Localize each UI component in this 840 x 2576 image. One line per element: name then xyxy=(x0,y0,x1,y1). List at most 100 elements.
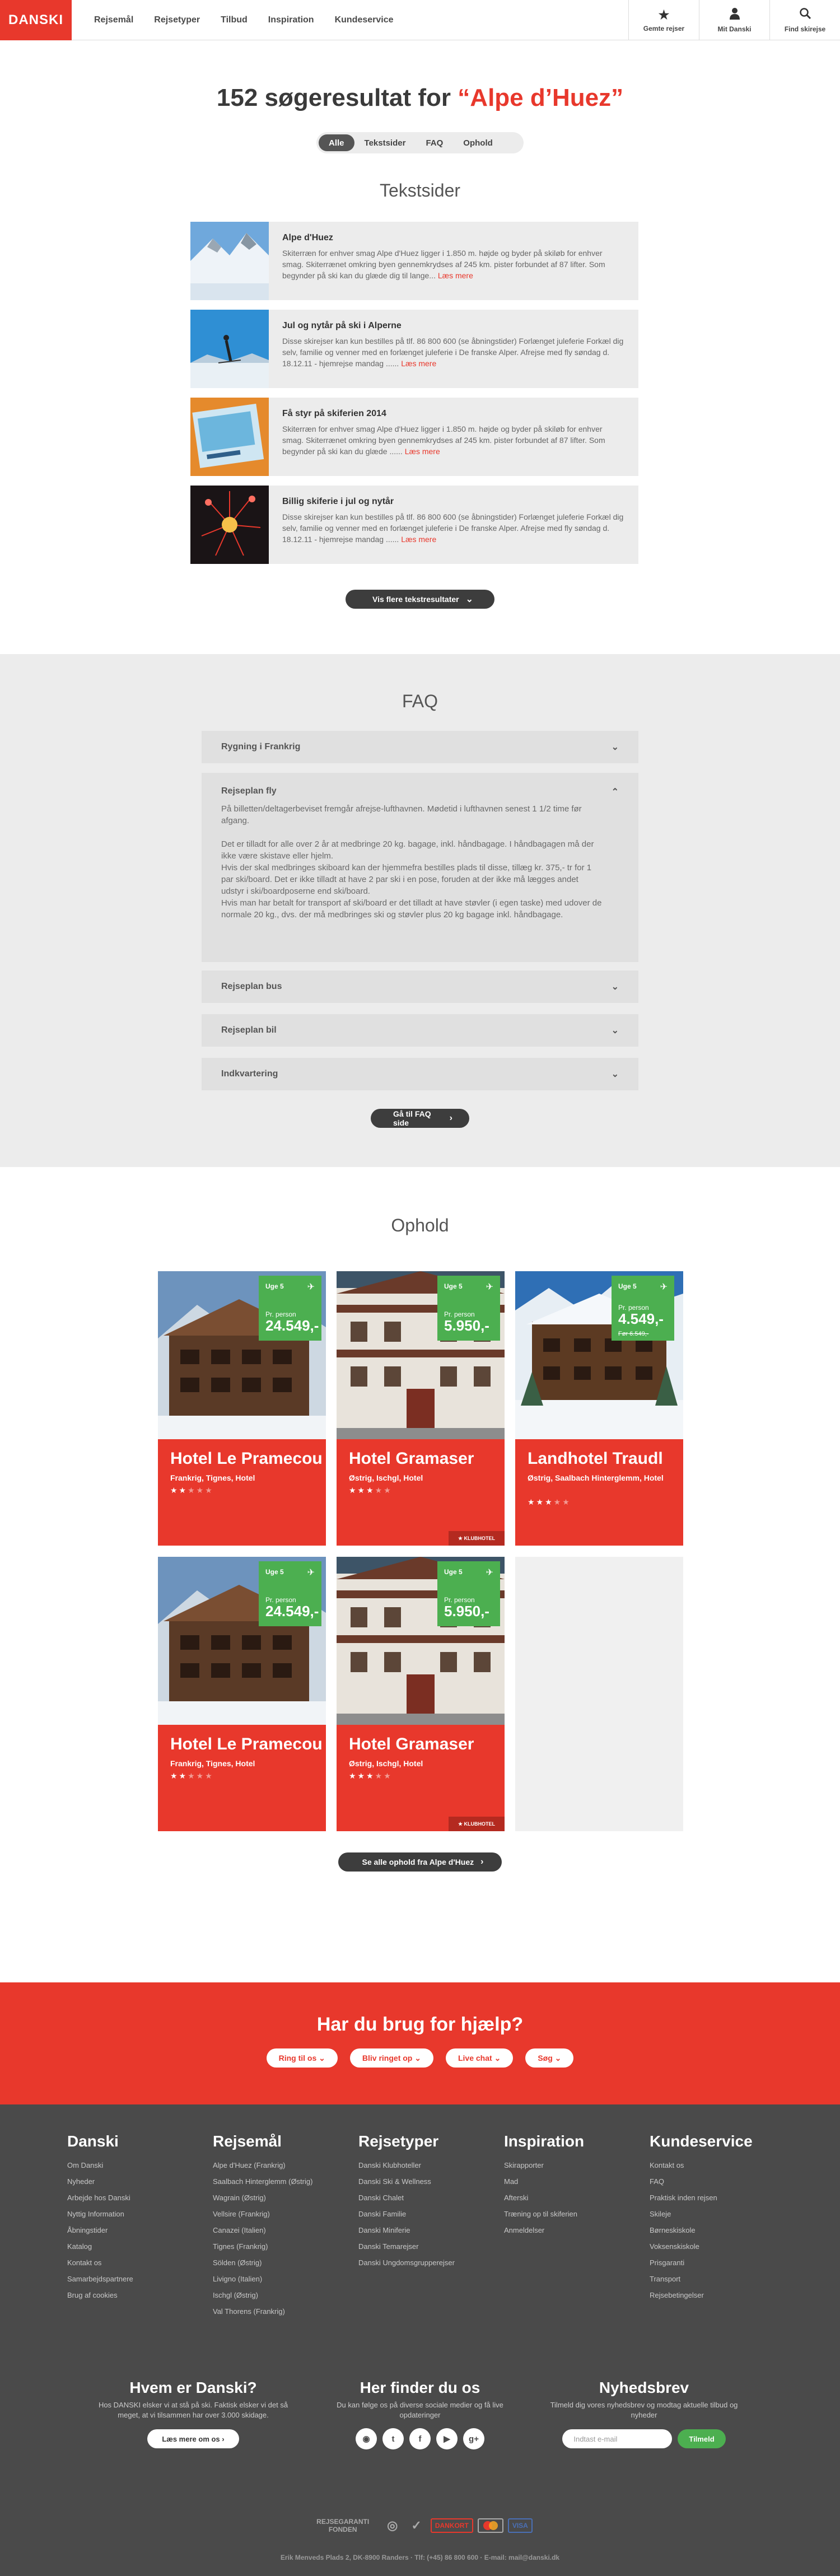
filter-alle[interactable]: Alle xyxy=(319,134,354,151)
result-title[interactable]: Billig skiferie i jul og nytår xyxy=(282,497,625,507)
live-chat-label: Live chat xyxy=(458,2054,492,2062)
googleplus-icon[interactable]: g+ xyxy=(463,2428,484,2449)
saved-trips-button[interactable]: ★ Gemte rejser xyxy=(628,0,699,40)
twitter-icon[interactable]: t xyxy=(382,2428,404,2449)
footer-link[interactable]: Saalbach Hinterglemm (Østrig) xyxy=(213,2173,336,2190)
footer-link[interactable]: Danski Chalet xyxy=(358,2190,482,2206)
search-help-button[interactable]: Søg ⌄ xyxy=(525,2048,574,2068)
help-title: Har du brug for hjælp? xyxy=(316,2014,524,2035)
filter-ophold[interactable]: Ophold xyxy=(453,134,503,151)
nav-inspiration[interactable]: Inspiration xyxy=(268,15,314,25)
facebook-icon[interactable]: f xyxy=(409,2428,431,2449)
footer-link[interactable]: Kontakt os xyxy=(67,2255,190,2271)
faq-item[interactable]: Rygning i Frankrig ⌄ xyxy=(202,731,638,763)
nav-kundeservice[interactable]: Kundeservice xyxy=(335,15,394,25)
faq-item-open[interactable]: Rejseplan fly ⌃ På billetten/deltagerbev… xyxy=(202,773,638,962)
callback-button[interactable]: Bliv ringet op ⌄ xyxy=(349,2048,433,2068)
footer-link[interactable]: Tignes (Frankrig) xyxy=(213,2238,336,2255)
youtube-icon[interactable]: ▶ xyxy=(436,2428,458,2449)
newsletter-email-input[interactable]: Indtast e-mail xyxy=(562,2429,673,2448)
read-more-link[interactable]: Læs mere xyxy=(401,359,436,368)
footer-link[interactable]: Ischgl (Østrig) xyxy=(213,2287,336,2303)
footer-link[interactable]: Anmeldelser xyxy=(504,2222,627,2238)
footer-link[interactable]: Børneskiskole xyxy=(650,2222,773,2238)
footer-link[interactable]: Nyheder xyxy=(67,2173,190,2190)
read-more-about-button[interactable]: Læs mere om os › xyxy=(147,2429,239,2448)
faq-item[interactable]: Indkvartering ⌄ xyxy=(202,1058,638,1090)
result-text: Skiterræn for enhver smag Alpe d'Huez li… xyxy=(282,424,605,456)
footer-link[interactable]: Danski Miniferie xyxy=(358,2222,482,2238)
newsletter-subscribe-button[interactable]: Tilmeld xyxy=(678,2429,726,2448)
footer-link[interactable]: Livigno (Italien) xyxy=(213,2271,336,2287)
result-title[interactable]: Jul og nytår på ski i Alperne xyxy=(282,321,625,331)
rss-icon[interactable]: ◉ xyxy=(356,2428,377,2449)
footer-link[interactable]: Danski Temarejser xyxy=(358,2238,482,2255)
read-more-link[interactable]: Læs mere xyxy=(438,271,473,280)
footer-link[interactable]: Kontakt os xyxy=(650,2157,773,2173)
hotel-location: Østrig, Ischgl, Hotel xyxy=(349,1473,423,1482)
faq-item[interactable]: Rejseplan bil ⌄ xyxy=(202,1014,638,1047)
read-more-link[interactable]: Læs mere xyxy=(405,447,440,456)
call-us-button[interactable]: Ring til os ⌄ xyxy=(266,2048,338,2068)
footer-link[interactable]: Skileje xyxy=(650,2206,773,2222)
footer-link[interactable]: Om Danski xyxy=(67,2157,190,2173)
hotel-card[interactable]: Uge 5 ✈ Pr. person 4.549,- Før 6.549,- L… xyxy=(515,1271,683,1546)
see-all-stays-button[interactable]: Se alle ophold fra Alpe d'Huez › xyxy=(338,1852,502,1872)
footer-link[interactable]: Katalog xyxy=(67,2238,190,2255)
footer-link[interactable]: FAQ xyxy=(650,2173,773,2190)
my-danski-button[interactable]: Mit Danski xyxy=(699,0,769,40)
nav-rejsemal[interactable]: Rejsemål xyxy=(94,15,133,25)
footer-link[interactable]: Val Thorens (Frankrig) xyxy=(213,2303,336,2320)
footer-link[interactable]: Arbejde hos Danski xyxy=(67,2190,190,2206)
filter-faq[interactable]: FAQ xyxy=(416,134,453,151)
footer-link[interactable]: Praktisk inden rejsen xyxy=(650,2190,773,2206)
nav-tilbud[interactable]: Tilbud xyxy=(221,15,248,25)
text-result[interactable]: Billig skiferie i jul og nytår Disse ski… xyxy=(190,486,638,564)
hotel-card[interactable]: Uge 5 ✈ Pr. person 24.549,- Hotel Le Pra… xyxy=(158,1557,326,1831)
footer-link[interactable]: Danski Familie xyxy=(358,2206,482,2222)
footer-link[interactable]: Voksenskiskole xyxy=(650,2238,773,2255)
page-title: 152 søgeresultat for “Alpe d’Huez” xyxy=(0,84,840,112)
footer-link[interactable]: Transport xyxy=(650,2271,773,2287)
footer-link[interactable]: Canazei (Italien) xyxy=(213,2222,336,2238)
footer-link[interactable]: Afterski xyxy=(504,2190,627,2206)
footer-link[interactable]: Prisgaranti xyxy=(650,2255,773,2271)
hotel-card[interactable]: Uge 5 ✈ Pr. person 24.549,- Hotel Le Pra… xyxy=(158,1271,326,1546)
text-result[interactable]: Alpe d'Huez Skiterræn for enhver smag Al… xyxy=(190,222,638,300)
hotel-card[interactable]: Uge 5 ✈ Pr. person 5.950,- Hotel Gramase… xyxy=(337,1271,505,1546)
footer-link[interactable]: Samarbejdspartnere xyxy=(67,2271,190,2287)
footer-link[interactable]: Sölden (Østrig) xyxy=(213,2255,336,2271)
text-result[interactable]: Jul og nytår på ski i Alperne Disse skir… xyxy=(190,310,638,388)
footer-link[interactable]: Alpe d'Huez (Frankrig) xyxy=(213,2157,336,2173)
footer-link[interactable]: Rejsebetingelser xyxy=(650,2287,773,2303)
footer-link[interactable]: Åbningstider xyxy=(67,2222,190,2238)
text-result[interactable]: Få styr på skiferien 2014 Skiterræn for … xyxy=(190,398,638,476)
footer-link[interactable]: Træning op til skiferien xyxy=(504,2206,627,2222)
footer-link[interactable]: Danski Ski & Wellness xyxy=(358,2173,482,2190)
read-more-link[interactable]: Læs mere xyxy=(401,535,436,544)
footer-link[interactable]: Danski Ungdomsgrupperejser xyxy=(358,2255,482,2271)
hotel-card[interactable]: Uge 5 ✈ Pr. person 5.950,- Hotel Gramase… xyxy=(337,1557,505,1831)
footer-link[interactable]: Wagrain (Østrig) xyxy=(213,2190,336,2206)
newsletter-block: Nyhedsbrev Tilmeld dig vores nyhedsbrev … xyxy=(549,2379,739,2448)
faq-answer: På billetten/deltagerbeviset fremgår afr… xyxy=(221,804,582,825)
filter-tekstsider[interactable]: Tekstsider xyxy=(354,134,416,151)
empty-card-slot xyxy=(515,1557,683,1831)
result-title[interactable]: Alpe d'Huez xyxy=(282,233,625,243)
logo[interactable]: DANSKI xyxy=(0,0,72,40)
live-chat-button[interactable]: Live chat ⌄ xyxy=(445,2048,514,2068)
footer-link[interactable]: Danski Klubhoteller xyxy=(358,2157,482,2173)
footer-link[interactable]: Brug af cookies xyxy=(67,2287,190,2303)
footer-link[interactable]: Nyttig Information xyxy=(67,2206,190,2222)
nav-rejsetyper[interactable]: Rejsetyper xyxy=(154,15,200,25)
faq-page-button[interactable]: Gå til FAQ side › xyxy=(371,1109,469,1128)
footer-link[interactable]: Mad xyxy=(504,2173,627,2190)
week-label: Uge 5 xyxy=(444,1568,463,1576)
result-title[interactable]: Få styr på skiferien 2014 xyxy=(282,409,625,419)
faq-item[interactable]: Rejseplan bus ⌄ xyxy=(202,970,638,1003)
social-text: Du kan følge os på diverse sociale medie… xyxy=(337,2401,503,2419)
footer-link[interactable]: Skirapporter xyxy=(504,2157,627,2173)
footer-link[interactable]: Vellsire (Frankrig) xyxy=(213,2206,336,2222)
find-trip-button[interactable]: Find skirejse xyxy=(769,0,840,40)
show-more-text-results-button[interactable]: Vis flere tekstresultater ⌄ xyxy=(346,590,494,609)
